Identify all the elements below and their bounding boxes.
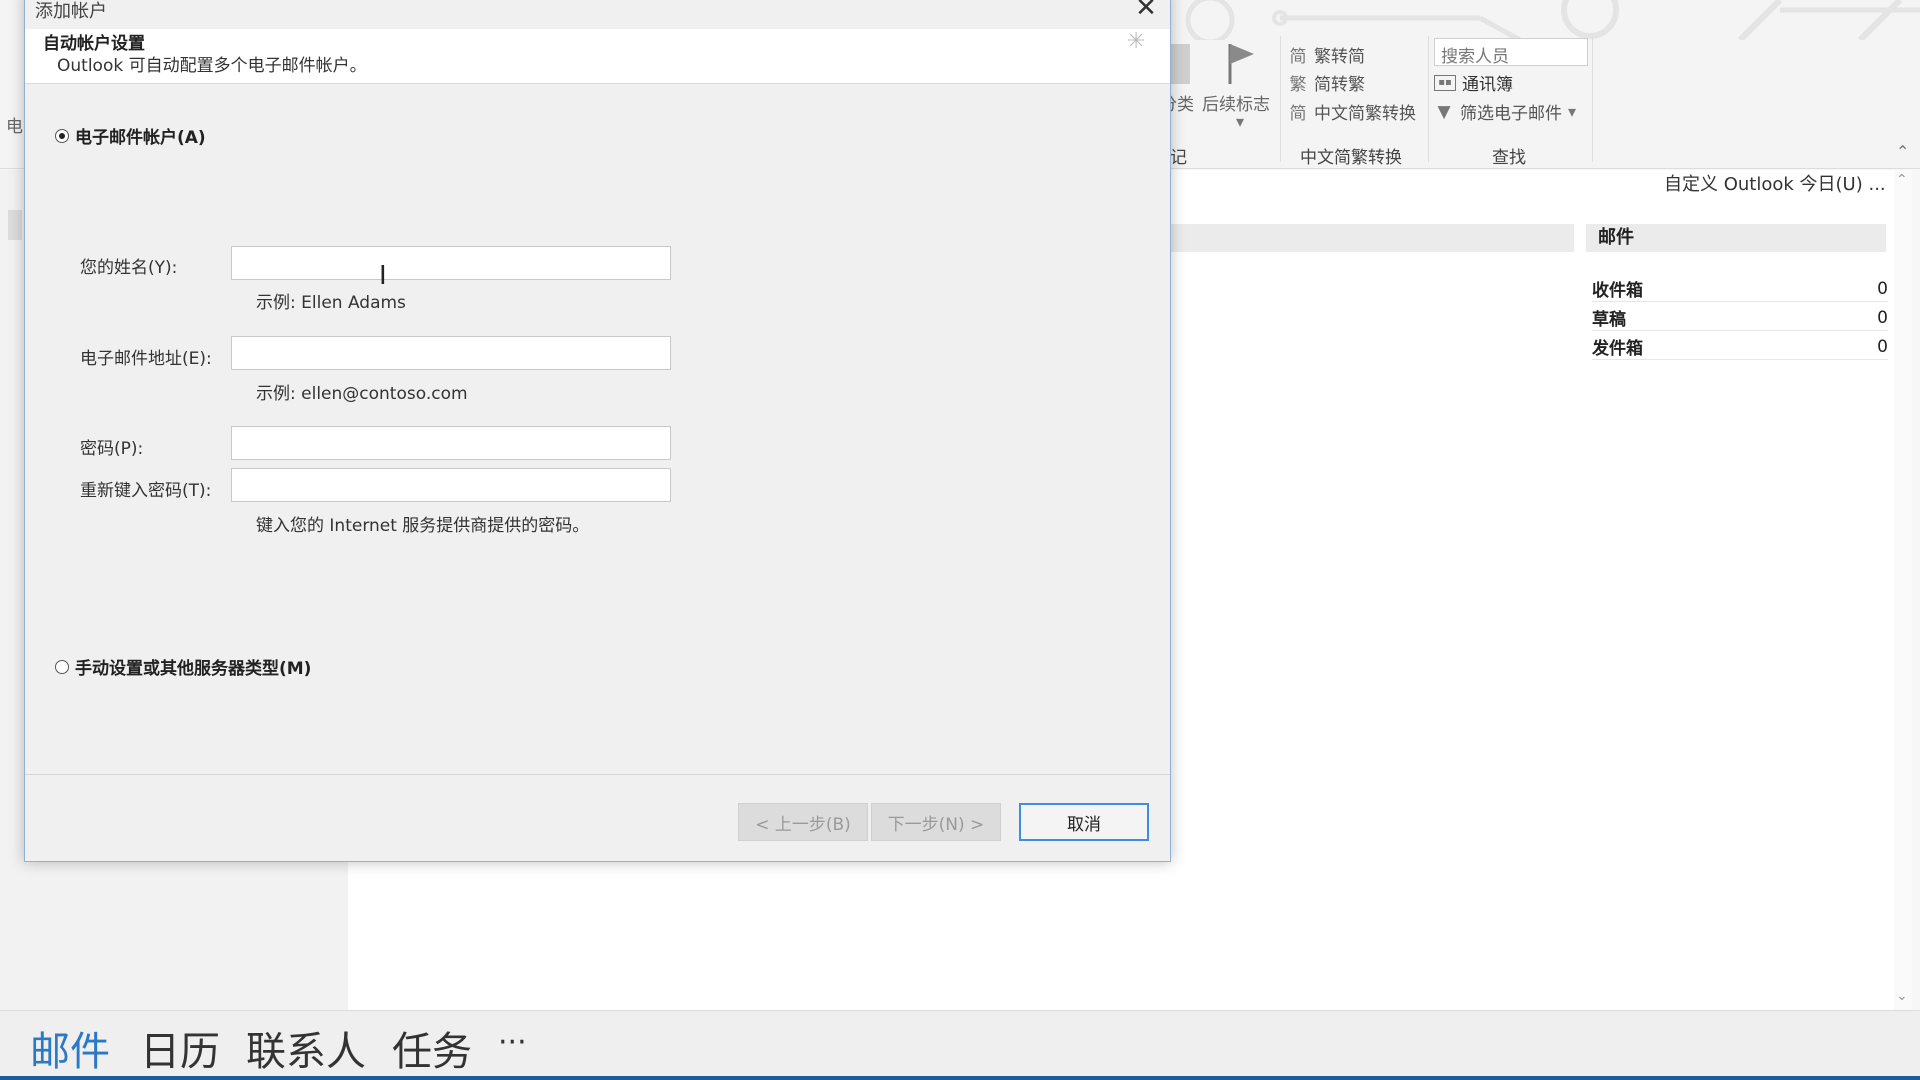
mail-row-label: 收件箱 [1592, 281, 1643, 301]
add-account-dialog: 添加帐户 ✕ 自动帐户设置 Outlook 可自动配置多个电子邮件帐户。 ✳ 电… [24, 0, 1171, 862]
today-column-header [1160, 224, 1574, 252]
dialog-header: 自动帐户设置 Outlook 可自动配置多个电子邮件帐户。 ✳ [25, 29, 1170, 84]
text-cursor-icon: I [379, 261, 387, 291]
filter-dropdown-icon: ▾ [1568, 102, 1577, 121]
search-people-input[interactable]: 搜索人员 [1434, 38, 1588, 67]
followup-dropdown-icon[interactable]: ▾ [1236, 112, 1244, 131]
chinese-conversion-label: 中文简繁转换 [1314, 104, 1416, 124]
address-book-icon: ▪▪ [1434, 74, 1456, 91]
nav-more-icon[interactable]: ··· [498, 1025, 527, 1060]
name-input[interactable] [231, 246, 671, 280]
header-subtitle: Outlook 可自动配置多个电子邮件帐户。 [57, 56, 367, 76]
chinese-conversion-button[interactable]: 简 中文简繁转换 [1288, 99, 1417, 124]
mail-row-drafts[interactable]: 草稿 0 [1592, 305, 1888, 331]
mail-row-outbox[interactable]: 发件箱 0 [1592, 334, 1888, 360]
password-label: 密码(P): [80, 439, 144, 459]
trad-to-simp-button[interactable]: 简 繁转简 [1288, 42, 1366, 67]
filter-email-label: 筛选电子邮件 [1460, 104, 1562, 124]
vertical-scrollbar[interactable]: ⌃ ⌄ [1894, 170, 1912, 1010]
nav-tasks[interactable]: 任务 [392, 1019, 472, 1077]
mail-section-header: 邮件 [1586, 224, 1886, 252]
categorize-icon [1168, 44, 1190, 84]
filter-email-button[interactable]: ▼ 筛选电子邮件 ▾ [1434, 99, 1577, 125]
group-label-tags: 记 [1170, 148, 1187, 168]
close-icon[interactable]: ✕ [1129, 0, 1163, 25]
address-book-button[interactable]: ▪▪ 通讯簿 [1434, 70, 1513, 95]
password-hint: 键入您的 Internet 服务提供商提供的密码。 [256, 516, 590, 536]
next-button[interactable]: 下一步(N) > [871, 803, 1001, 841]
dialog-title: 添加帐户 [35, 1, 107, 22]
back-button[interactable]: < 上一步(B) [738, 803, 868, 841]
dialog-separator [25, 774, 1170, 775]
mail-row-inbox[interactable]: 收件箱 0 [1592, 276, 1888, 302]
ribbon-separator [1428, 36, 1429, 162]
nav-mail[interactable]: 邮件 [30, 1019, 110, 1077]
nav-calendar[interactable]: 日历 [140, 1019, 220, 1077]
manual-setup-option[interactable]: 手动设置或其他服务器类型(M) [55, 654, 311, 679]
email-account-option[interactable]: 电子邮件帐户(A) [55, 123, 206, 148]
nav-contacts[interactable]: 联系人 [246, 1019, 366, 1077]
status-bar [0, 1076, 1920, 1080]
simp-to-trad-icon: 繁 [1289, 75, 1307, 95]
email-account-radio[interactable] [55, 128, 69, 143]
manual-setup-label: 手动设置或其他服务器类型(M) [75, 659, 312, 679]
left-ribbon-partial: 电 [6, 117, 23, 137]
email-account-label: 电子邮件帐户(A) [75, 128, 206, 148]
customize-outlook-today-link[interactable]: 自定义 Outlook 今日(U) ... [1664, 170, 1886, 196]
manual-setup-radio[interactable] [55, 659, 69, 674]
email-hint: 示例: ellen@contoso.com [256, 384, 468, 404]
password-input[interactable] [231, 426, 671, 460]
filter-icon: ▼ [1437, 101, 1451, 122]
busy-spinner-icon: ✳ [1127, 29, 1146, 54]
ribbon-decoration [1185, 0, 1920, 40]
group-label-chinese: 中文简繁转换 [1300, 148, 1402, 168]
flag-icon[interactable] [1224, 40, 1258, 86]
simp-to-trad-button[interactable]: 繁 简转繁 [1288, 70, 1366, 95]
ribbon-separator [1592, 36, 1593, 162]
collapse-ribbon-icon[interactable]: ⌃ [1896, 142, 1909, 161]
cancel-button[interactable]: 取消 [1019, 803, 1149, 841]
scroll-down-icon[interactable]: ⌄ [1896, 988, 1908, 1004]
mail-row-count: 0 [1877, 278, 1888, 299]
retype-password-label: 重新键入密码(T): [80, 481, 212, 501]
mail-row-label: 发件箱 [1592, 339, 1643, 359]
conversion-icon: 简 [1289, 104, 1307, 124]
address-book-label: 通讯簿 [1462, 75, 1513, 95]
trad-to-simp-icon: 简 [1289, 47, 1307, 67]
bottom-navigation: 邮件 日历 联系人 任务 ··· [0, 1010, 1920, 1077]
retype-password-input[interactable] [231, 468, 671, 502]
mail-row-label: 草稿 [1592, 310, 1626, 330]
mail-row-count: 0 [1877, 336, 1888, 357]
simp-to-trad-label: 简转繁 [1314, 75, 1365, 95]
name-hint: 示例: Ellen Adams [256, 293, 406, 313]
ribbon-separator [1280, 36, 1281, 162]
email-input[interactable] [231, 336, 671, 370]
mail-row-count: 0 [1877, 307, 1888, 328]
name-label: 您的姓名(Y): [80, 258, 178, 278]
trad-to-simp-label: 繁转简 [1314, 47, 1365, 67]
group-label-find: 查找 [1492, 148, 1526, 168]
folder-pane-handle[interactable] [8, 210, 22, 240]
email-label: 电子邮件地址(E): [80, 349, 212, 369]
scroll-up-icon[interactable]: ⌃ [1896, 172, 1908, 188]
